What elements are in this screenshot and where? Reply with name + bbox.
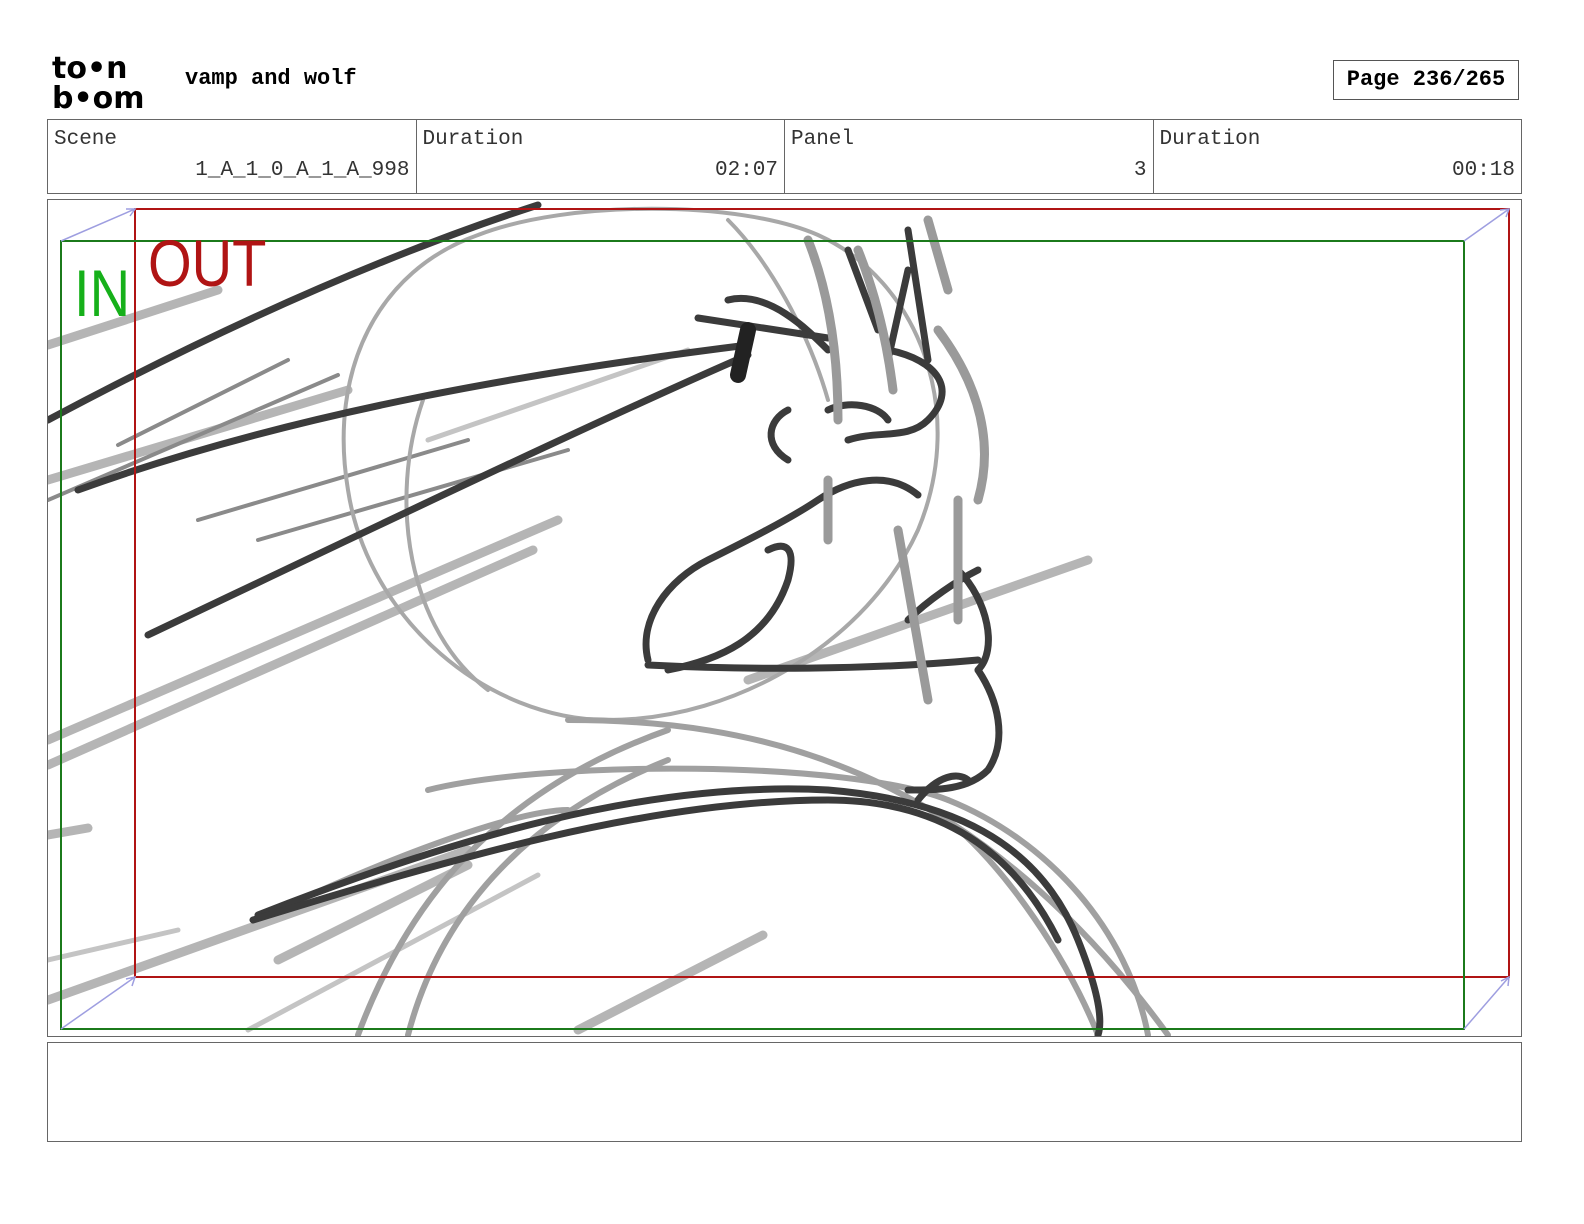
panel-duration-cell: Duration 00:18 [1154,120,1522,193]
scene-cell: Scene 1_A_1_0_A_1_A_998 [48,120,417,193]
panel-duration-label: Duration [1159,128,1261,151]
project-title: vamp and wolf [185,66,357,91]
out-label: OUT [148,226,267,300]
scene-duration-value: 02:07 [714,159,778,182]
storyboard-frame: OUT IN [47,199,1522,1037]
scene-duration-label: Duration [422,128,524,151]
panel-info-table: Scene 1_A_1_0_A_1_A_998 Duration 02:07 P… [47,119,1522,194]
page-number: Page 236/265 [1333,60,1519,100]
panel-cell: Panel 3 [785,120,1154,193]
panel-duration-value: 00:18 [1451,159,1515,182]
panel-label: Panel [791,128,855,151]
panel-value: 3 [1133,159,1147,182]
logo-text-bottom: b•om [52,81,145,110]
toonboom-logo: to•n b•om [52,52,145,110]
panel-notes-box[interactable] [47,1042,1522,1142]
sketch-drawing [48,201,1511,1036]
scene-duration-cell: Duration 02:07 [417,120,785,193]
camera-out-rect [134,208,1510,978]
scene-label: Scene [54,128,118,151]
in-label: IN [74,256,131,330]
scene-value: 1_A_1_0_A_1_A_998 [195,159,410,182]
